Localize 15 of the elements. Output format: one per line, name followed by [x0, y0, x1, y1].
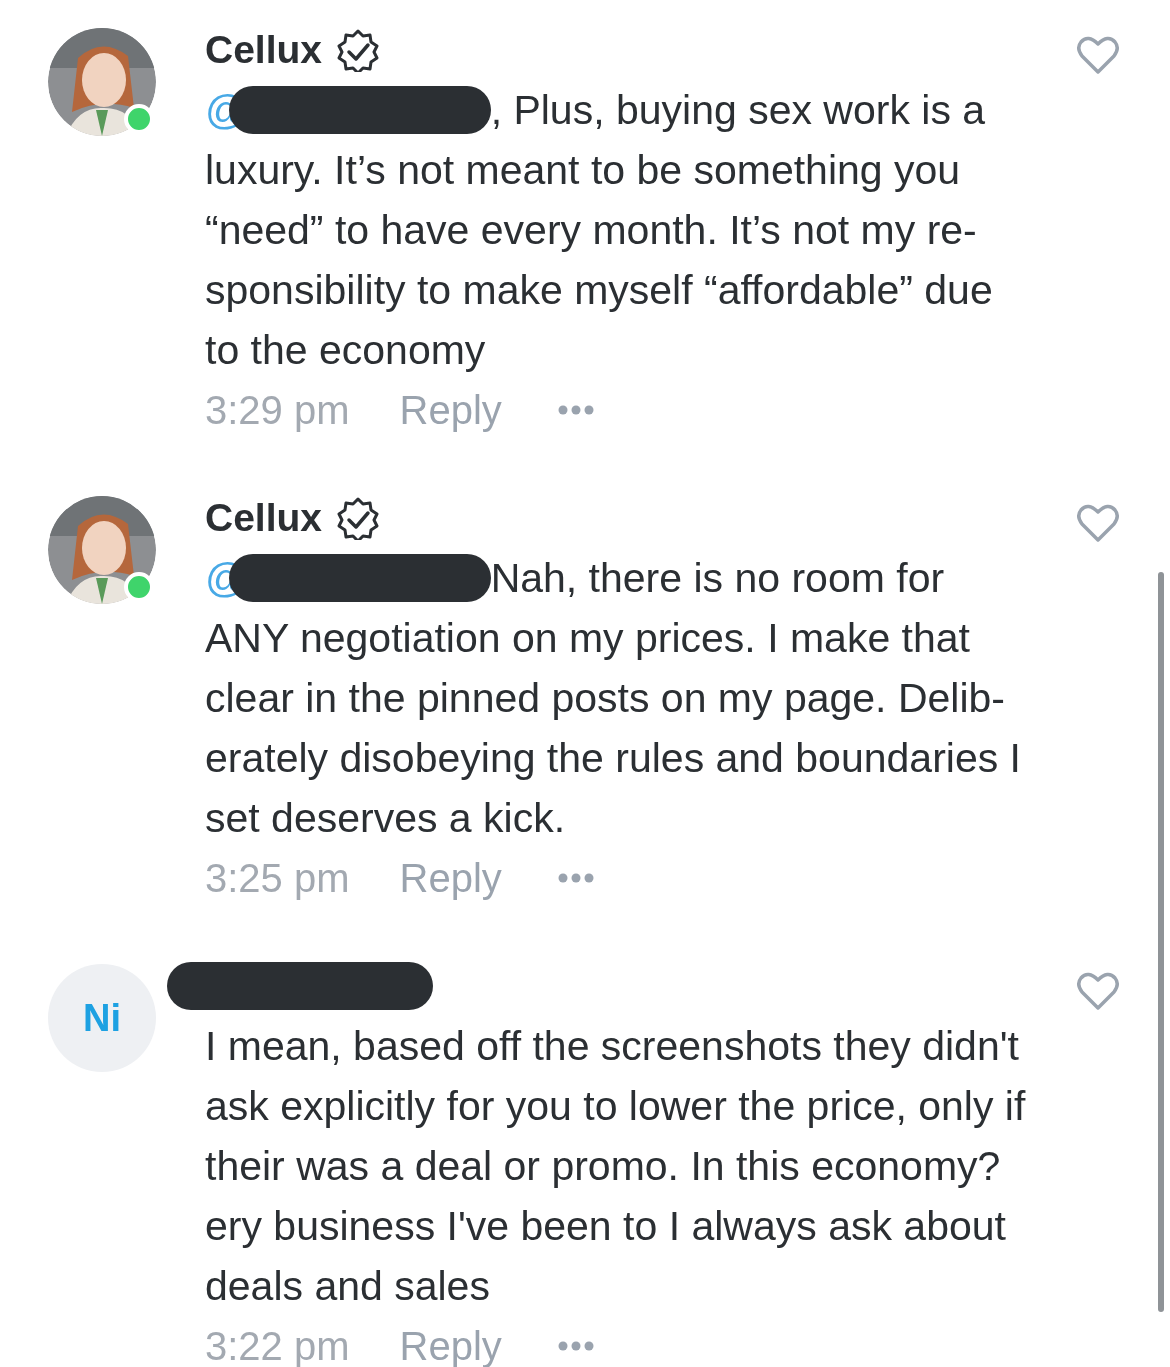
username[interactable]: Cellux	[205, 496, 323, 540]
more-icon[interactable]	[557, 405, 594, 415]
reply-link[interactable]: Reply	[399, 387, 502, 433]
heart-icon[interactable]	[1076, 970, 1120, 1012]
timestamp: 3:25 pm	[205, 855, 350, 901]
username[interactable]: Cellux	[205, 28, 323, 72]
timestamp: 3:29 pm	[205, 387, 350, 433]
more-icon[interactable]	[557, 873, 594, 883]
avatar-initials: Ni	[48, 964, 156, 1072]
heart-icon[interactable]	[1076, 34, 1120, 76]
heart-icon[interactable]	[1076, 502, 1120, 544]
reply-link[interactable]: Reply	[399, 855, 502, 901]
more-icon[interactable]	[557, 1341, 594, 1351]
scrollbar[interactable]	[1158, 572, 1164, 1312]
comment-text: I mean, based off the screenshots they didn't ask explicitly for you to lower the price, only if their was a deal or promo. In this economy?ery business I've been to I always ask about deals and sales	[205, 1022, 1027, 1311]
